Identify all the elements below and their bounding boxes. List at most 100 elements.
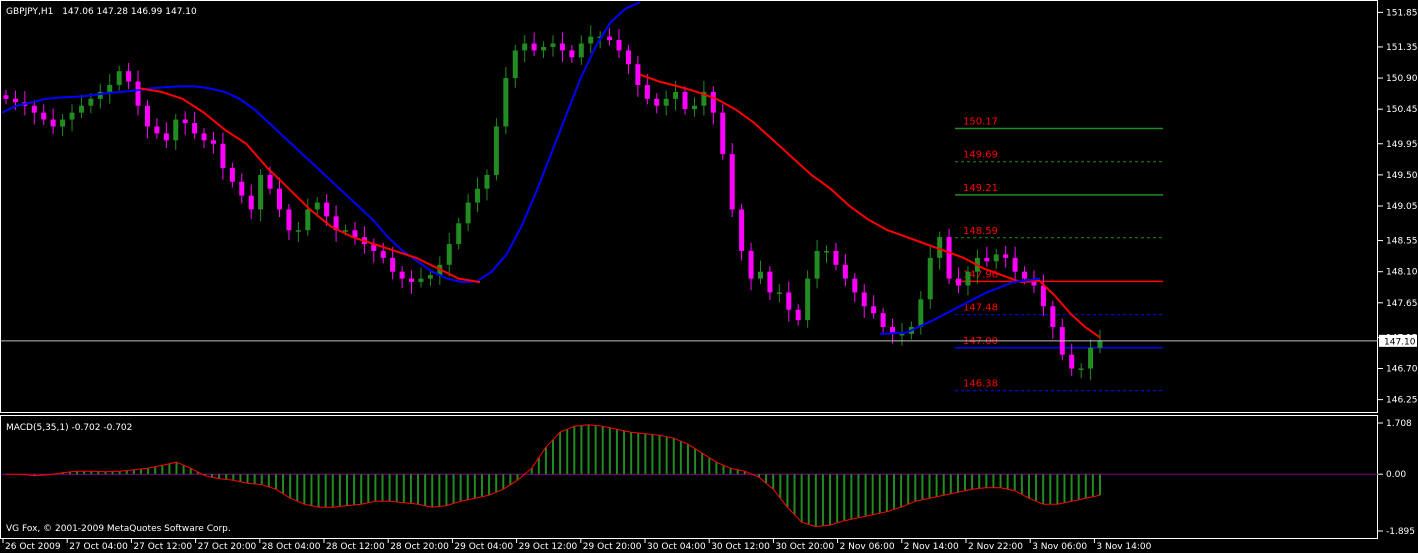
candle-body: [956, 278, 962, 286]
time-tick-label: 27 Oct 12:00: [133, 542, 192, 552]
price-tick-label: 147.65: [1386, 299, 1418, 309]
candle-body: [663, 98, 669, 106]
candle-body: [710, 91, 716, 113]
candle-body: [475, 188, 481, 203]
candle-body: [1078, 368, 1084, 371]
candle-body: [531, 43, 537, 51]
price-tick-label: 149.95: [1386, 140, 1418, 150]
candle-body: [852, 278, 858, 293]
level-label: 146.38: [963, 379, 998, 390]
candle-body: [267, 174, 273, 189]
candle-body: [314, 202, 320, 210]
time-tick-label: 2 Nov 22:00: [968, 542, 1023, 552]
candle-body: [625, 50, 631, 65]
candle-body: [1022, 271, 1028, 279]
candle-body: [729, 154, 735, 210]
candle-body: [220, 143, 226, 168]
candle-body: [588, 36, 594, 44]
candle-body: [871, 306, 877, 314]
candle-body: [880, 313, 886, 328]
candle-body: [399, 271, 405, 279]
candle-body: [305, 209, 311, 231]
candle-body: [446, 244, 452, 265]
candle-body: [116, 71, 122, 85]
price-tick-label: 146.25: [1386, 396, 1418, 406]
candle-body: [41, 112, 47, 120]
candle-body: [418, 278, 424, 283]
candle-body: [69, 112, 75, 120]
time-tick-label: 28 Oct 04:00: [262, 542, 321, 552]
time-tick-label: 3 Nov 14:00: [1096, 542, 1151, 552]
candle-body: [720, 112, 726, 155]
candle-body: [144, 105, 150, 127]
price-chart[interactable]: 150.17149.69149.21148.59147.96147.48147.…: [0, 0, 1418, 553]
candle-body: [644, 84, 650, 99]
candle-body: [456, 223, 462, 245]
candle-body: [248, 195, 254, 210]
level-label: 149.21: [963, 183, 998, 194]
symbol-header: GBPJPY,H1 147.06 147.28 146.99 147.10: [6, 7, 197, 17]
price-tick-label: 146.70: [1386, 365, 1418, 375]
level-label: 150.17: [963, 117, 998, 128]
candle-body: [258, 174, 264, 210]
time-tick-label: 26 Oct 2009: [5, 542, 61, 552]
time-tick-label: 30 Oct 20:00: [775, 542, 834, 552]
candle-body: [739, 209, 745, 251]
price-tick-label: 151.35: [1386, 43, 1418, 53]
price-tick-label: 149.50: [1386, 171, 1418, 181]
candle-body: [748, 250, 754, 279]
candle-body: [814, 250, 820, 279]
candle-body: [173, 119, 179, 141]
candle-body: [842, 264, 848, 279]
candle-body: [88, 98, 94, 106]
time-tick-label: 2 Nov 14:00: [904, 542, 959, 552]
macd-tick-label: -1.895: [1386, 527, 1415, 537]
time-tick-label: 29 Oct 20:00: [583, 542, 642, 552]
level-label: 149.69: [963, 150, 998, 161]
candle-body: [673, 91, 679, 99]
candle-body: [380, 250, 386, 258]
candle-body: [135, 81, 141, 106]
copyright-text: VG Fox, © 2001-2009 MetaQuotes Software …: [6, 524, 231, 534]
candle-body: [1003, 254, 1009, 258]
candle-body: [1050, 306, 1056, 328]
candle-body: [390, 257, 396, 272]
time-tick-label: 27 Oct 20:00: [198, 542, 257, 552]
macd-header: MACD(5,35,1) -0.702 -0.702: [6, 423, 132, 433]
time-tick-label: 30 Oct 04:00: [647, 542, 706, 552]
candle-body: [559, 43, 565, 51]
candle-body: [757, 271, 763, 279]
level-label: 148.59: [963, 226, 998, 237]
candle-body: [607, 36, 613, 41]
candle-body: [465, 202, 471, 224]
candle-body: [3, 95, 9, 99]
candle-body: [427, 275, 433, 279]
macd-panel[interactable]: [0, 415, 1378, 539]
candle-body: [899, 333, 905, 336]
candle-body: [503, 78, 509, 127]
candle-body: [918, 299, 924, 328]
price-tick-label: 148.10: [1386, 268, 1418, 278]
time-tick-label: 2 Nov 06:00: [840, 542, 895, 552]
candle-body: [1040, 285, 1046, 307]
time-tick-label: 28 Oct 12:00: [326, 542, 385, 552]
candle-body: [201, 133, 207, 141]
time-tick-label: 28 Oct 20:00: [390, 542, 449, 552]
candle-body: [578, 43, 584, 58]
macd-tick-label: 1.708: [1386, 419, 1412, 429]
symbol-label: GBPJPY,H1: [6, 7, 53, 17]
time-tick-label: 27 Oct 04:00: [69, 542, 128, 552]
candle-body: [965, 271, 971, 286]
candle-body: [484, 174, 490, 189]
candle-body: [569, 50, 575, 58]
level-label: 147.48: [963, 303, 998, 314]
candle-body: [409, 278, 415, 283]
candle-body: [682, 91, 688, 110]
candle-body: [946, 237, 952, 279]
time-tick-label: 29 Oct 12:00: [519, 542, 578, 552]
candle-body: [984, 257, 990, 262]
candle-body: [541, 46, 547, 51]
candle-body: [776, 292, 782, 294]
candle-body: [616, 40, 622, 51]
main-price-panel[interactable]: [0, 0, 1378, 413]
